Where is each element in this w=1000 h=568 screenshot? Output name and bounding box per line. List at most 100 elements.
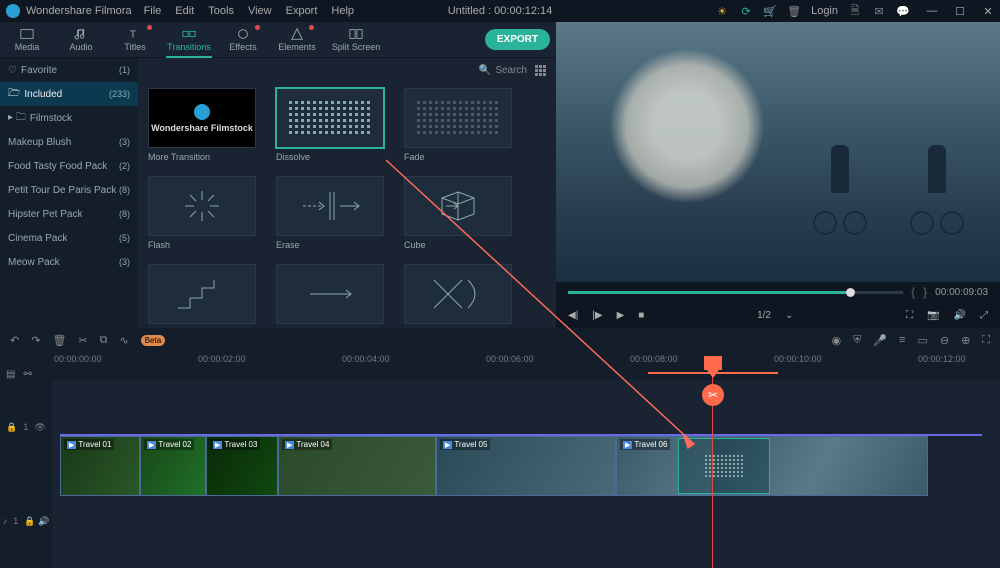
thumb-extra-3[interactable] [404,264,512,324]
login-button[interactable]: Login [811,5,838,17]
scrub-bar[interactable]: { } 00:00:09:03 [556,282,1000,302]
tab-elements[interactable]: Elements [270,22,324,58]
sidebar-filmstock[interactable]: ▸ 🗀 Filmstock [0,106,138,130]
search-input[interactable]: 🔍 Search [479,65,527,76]
save-icon[interactable]: 🗎 [848,4,862,18]
menu-edit[interactable]: Edit [175,5,194,17]
brace-right-icon[interactable]: } [923,285,927,299]
tab-split-screen[interactable]: Split Screen [324,22,388,58]
transition-grid: Wondershare Filmstock More Transition Di… [138,82,556,330]
preview-video[interactable] [556,22,1000,282]
tab-audio[interactable]: Audio [54,22,108,58]
book-icon[interactable]: ▭ [917,334,927,347]
thumb-erase[interactable]: Erase [276,176,384,250]
timeline-toolbar: ↶ ↷ 🗑 ✂ ⧉ ∿ Beta ◉ ⛨ 🎤 ≡ ▭ ⊖ ⊕ ⛶ [0,328,1000,352]
close-button[interactable]: ✕ [982,5,994,17]
clip-4[interactable]: Travel 04 [278,436,436,496]
shield-icon[interactable]: ⛨ [853,334,861,347]
page-indicator[interactable]: 1/2 [757,310,771,321]
clip-2[interactable]: Travel 02 [140,436,206,496]
split-indicator[interactable]: ✂ [702,384,724,406]
maximize-button[interactable]: ☐ [954,5,966,17]
message-icon[interactable]: 💬 [896,4,910,18]
fit-icon[interactable]: ⛶ [982,334,990,347]
tab-effects[interactable]: Effects [216,22,270,58]
zoom-out-icon[interactable]: ⊖ [940,334,949,347]
tab-transitions[interactable]: Transitions [162,22,216,58]
asset-tabs: Media Audio TTitles Transitions Effects … [0,22,556,58]
play-button[interactable]: ▶ [617,310,625,321]
beta-badge: Beta [141,335,165,346]
sidebar-included[interactable]: 🗁 Included(233) [0,82,138,106]
thumb-cube[interactable]: Cube [404,176,512,250]
sun-icon[interactable]: ☀ [715,4,729,18]
zoom-in-icon[interactable]: ⊕ [961,334,970,347]
thumb-extra-2[interactable] [276,264,384,324]
menu-export[interactable]: Export [286,5,318,17]
thumb-fade[interactable]: Fade [404,88,512,162]
main-menu: File Edit Tools View Export Help [144,5,354,17]
app-logo [6,4,20,18]
tab-media[interactable]: Media [0,22,54,58]
time-ruler[interactable]: 00:00:00:0000:00:02:0000:00:04:0000:00:0… [0,352,1000,368]
brace-left-icon[interactable]: { [911,285,915,299]
delete-button[interactable]: 🗑 [52,334,66,347]
sidebar-food[interactable]: Food Tasty Food Pack(2) [0,154,138,178]
titlebar: Wondershare Filmora File Edit Tools View… [0,0,1000,22]
snapshot-icon[interactable]: 📷 [927,310,939,321]
layers-icon[interactable]: ▤ [6,369,15,380]
category-sidebar: ♡ Favorite(1) 🗁 Included(233) ▸ 🗀 Filmst… [0,58,138,330]
redo-button[interactable]: ↷ [31,334,40,347]
video-track-label[interactable]: 🔒 1 👁 [0,380,52,474]
tab-titles[interactable]: TTitles [108,22,162,58]
audio-track-label[interactable]: ♪1 🔒 🔊 [0,474,52,568]
mixer-icon[interactable]: ≡ [899,334,905,346]
mail-icon[interactable]: ✉ [872,4,886,18]
app-name: Wondershare Filmora [26,5,132,17]
link-icon[interactable]: ⚯ [23,369,31,380]
clip-3[interactable]: Travel 03 [206,436,278,496]
thumb-flash[interactable]: Flash [148,176,256,250]
thumb-extra-1[interactable] [148,264,256,324]
mic-icon[interactable]: 🎤 [873,334,887,347]
menu-tools[interactable]: Tools [208,5,234,17]
cart-icon[interactable]: 🛒 [763,4,777,18]
undo-button[interactable]: ↶ [10,334,19,347]
screen-icon[interactable]: ⛶ [906,310,913,321]
prev-frame-button[interactable]: ◀| [568,310,578,321]
clip-1[interactable]: Travel 01 [60,436,140,496]
sidebar-favorite[interactable]: ♡ Favorite(1) [0,58,138,82]
sidebar-paris[interactable]: Petit Tour De Paris Pack(8) [0,178,138,202]
svg-text:T: T [130,29,137,41]
sidebar-meow[interactable]: Meow Pack(3) [0,250,138,274]
menu-file[interactable]: File [144,5,162,17]
cut-button[interactable]: ✂ [78,334,87,347]
play-reverse-button[interactable]: |▶ [592,310,602,321]
preview-panel: { } 00:00:09:03 ◀| |▶ ▶ ■ 1/2 ⌄ ⛶ 📷 🔊 ⤢ [556,22,1000,328]
sidebar-makeup[interactable]: Makeup Blush(3) [0,130,138,154]
clip-5[interactable]: Travel 05 [436,436,616,496]
timeline[interactable]: 🔒 1 👁 ♪1 🔒 🔊 Travel 01Travel 02Travel 03… [0,380,1000,568]
trash-icon[interactable]: 🗑 [787,4,801,18]
sidebar-cinema[interactable]: Cinema Pack(5) [0,226,138,250]
transition-drop-preview[interactable] [678,438,770,494]
color-wheel-icon[interactable]: ◉ [831,334,841,347]
headset-icon[interactable]: ⟳ [739,4,753,18]
minimize-button[interactable]: — [926,5,938,17]
chevron-down-icon[interactable]: ⌄ [785,310,793,321]
export-button[interactable]: EXPORT [485,29,550,50]
menu-help[interactable]: Help [331,5,354,17]
volume-icon[interactable]: 🔊 [954,310,966,321]
preview-time: 00:00:09:03 [935,287,988,298]
thumb-more-transition[interactable]: Wondershare Filmstock More Transition [148,88,256,162]
stop-button[interactable]: ■ [638,310,644,321]
fullscreen-icon[interactable]: ⤢ [980,310,988,321]
grid-view-icon[interactable] [535,65,546,76]
sidebar-hipster[interactable]: Hipster Pet Pack(8) [0,202,138,226]
copy-button[interactable]: ⧉ [100,334,108,347]
playhead-marker[interactable] [704,356,722,370]
project-title: Untitled : 00:00:12:14 [448,5,553,17]
menu-view[interactable]: View [248,5,272,17]
waveform-button[interactable]: ∿ [119,334,128,347]
thumb-dissolve[interactable]: Dissolve [276,88,384,162]
